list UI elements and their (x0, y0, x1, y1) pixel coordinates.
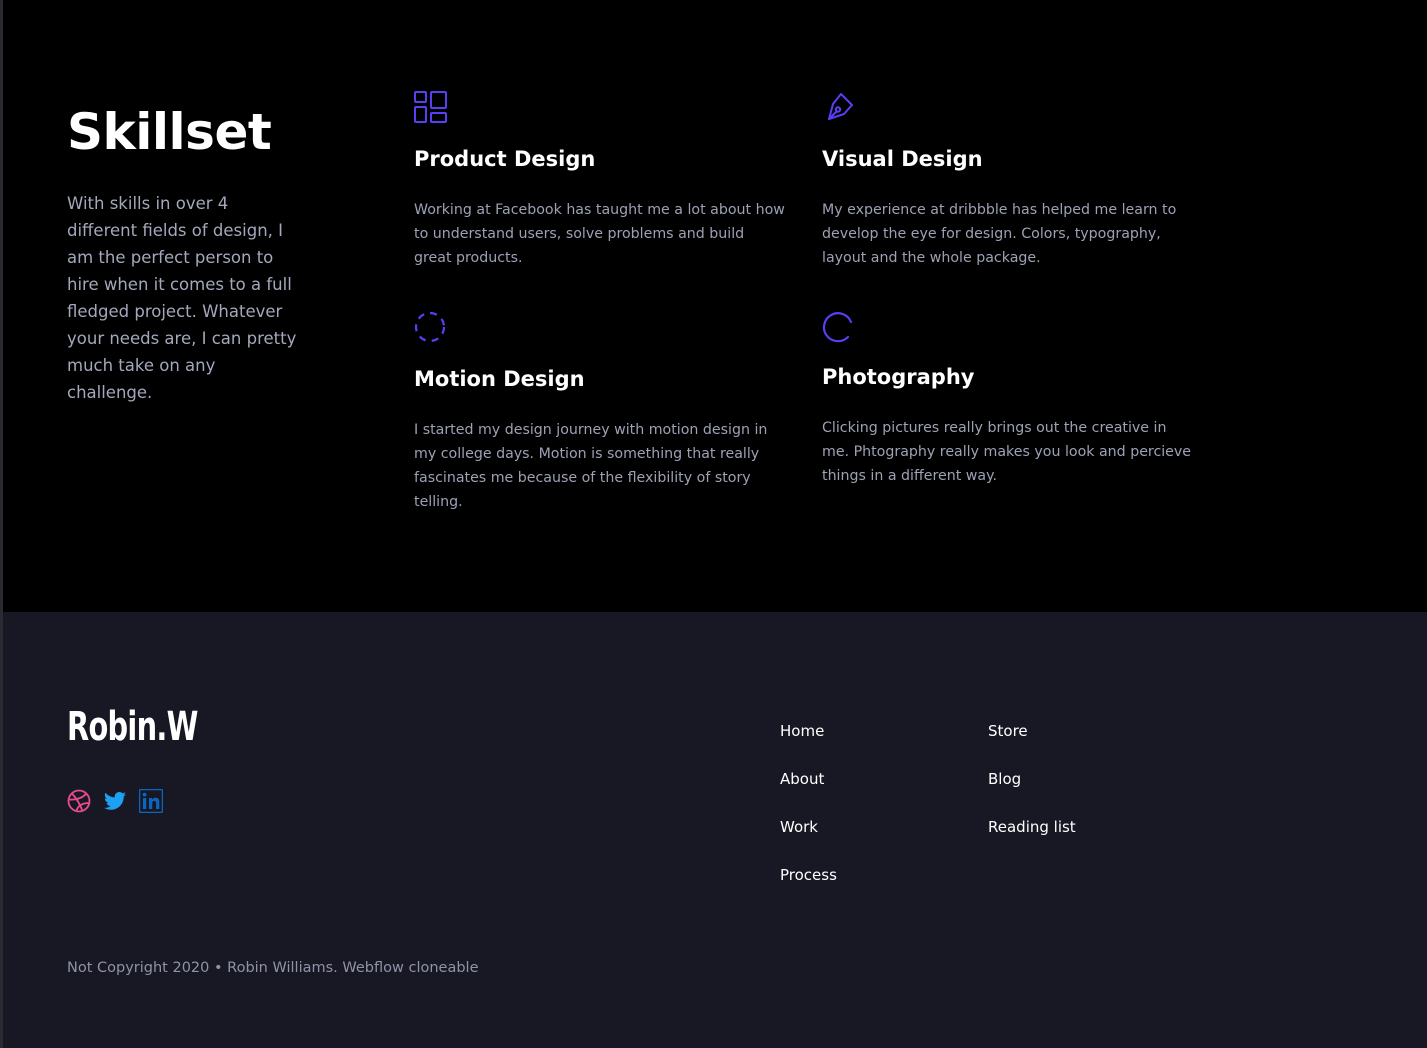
nav-link-work[interactable]: Work (780, 818, 818, 836)
skill-description: My experience at dribbble has helped me … (822, 202, 1177, 266)
skillset-title: Skillset (67, 103, 272, 161)
page: Skillset With skills in over 4 different… (0, 0, 1427, 1048)
site-logo[interactable]: Robin.W (67, 704, 198, 750)
footer-nav-secondary: Store Blog Reading list (988, 720, 1076, 864)
skill-description: Working at Facebook has taught me a lot … (414, 202, 785, 266)
skill-title: Visual Design (822, 147, 983, 171)
nav-link-process[interactable]: Process (780, 866, 837, 884)
nav-link-store[interactable]: Store (988, 722, 1028, 740)
skill-title: Photography (822, 365, 975, 389)
copyright-text: Not Copyright 2020 • Robin Williams. Web… (67, 960, 479, 976)
skill-description: Clicking pictures really brings out the … (822, 420, 1192, 484)
nav-link-about[interactable]: About (780, 770, 824, 788)
skill-title: Motion Design (414, 367, 585, 391)
loader-circle-icon (822, 310, 856, 344)
nav-link-home[interactable]: Home (780, 722, 824, 740)
nav-link-blog[interactable]: Blog (988, 770, 1021, 788)
footer-nav-primary: Home About Work Process (780, 720, 837, 912)
pen-tool-icon (822, 90, 856, 124)
layout-grid-icon (414, 90, 448, 124)
skillset-intro: With skills in over 4 different fields o… (67, 194, 297, 402)
skill-title: Product Design (414, 147, 596, 171)
skill-description: I started my design journey with motion … (414, 422, 768, 510)
dashed-circle-icon (414, 310, 448, 344)
skillset-section: Skillset With skills in over 4 different… (3, 0, 1427, 612)
nav-link-reading-list[interactable]: Reading list (988, 818, 1076, 836)
dribbble-icon[interactable] (67, 789, 91, 813)
footer: Robin.W Home About Work Process Store Bl… (3, 612, 1427, 1048)
linkedin-icon[interactable] (139, 789, 163, 813)
social-links (67, 788, 163, 814)
twitter-icon[interactable] (103, 789, 127, 813)
